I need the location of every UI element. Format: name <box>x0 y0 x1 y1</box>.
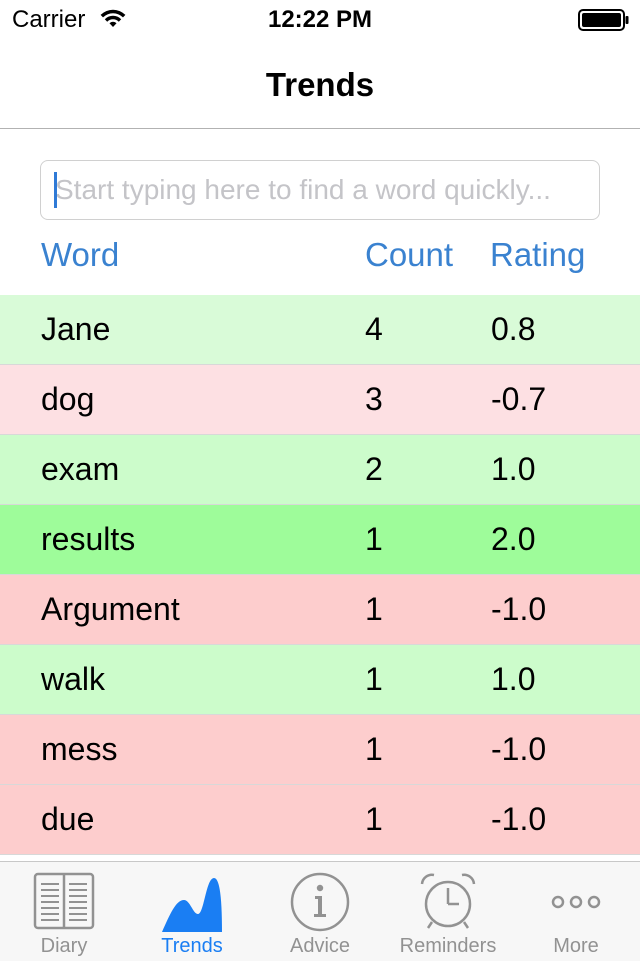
book-icon <box>33 872 95 930</box>
tab-bar: Diary Trends Advice Reminders More <box>0 861 640 961</box>
count-cell: 1 <box>365 521 383 557</box>
column-header-rating[interactable]: Rating <box>490 236 585 274</box>
rating-cell: -0.7 <box>491 381 547 417</box>
column-header-word[interactable]: Word <box>41 236 119 274</box>
rating-cell: 1.0 <box>491 661 536 697</box>
tab-trends[interactable]: Trends <box>128 862 256 961</box>
table-row[interactable]: Argument 1 -1.0 <box>0 575 640 645</box>
tab-more[interactable]: More <box>512 862 640 961</box>
rating-cell: 1.0 <box>491 451 536 487</box>
rating-cell: 2.0 <box>491 521 536 557</box>
table-row[interactable]: dog 3 -0.7 <box>0 365 640 435</box>
tab-label: Reminders <box>399 935 497 957</box>
battery-icon <box>578 9 629 31</box>
word-cell: results <box>41 521 136 557</box>
word-cell: exam <box>41 451 120 487</box>
count-cell: 1 <box>365 661 383 697</box>
trends-icon <box>162 878 222 932</box>
word-cell: Argument <box>41 591 180 627</box>
table-row[interactable]: results 1 2.0 <box>0 505 640 575</box>
column-header-count[interactable]: Count <box>365 236 453 274</box>
tab-reminders[interactable]: Reminders <box>384 862 512 961</box>
alarm-clock-icon <box>420 873 476 929</box>
status-time: 12:22 PM <box>267 6 373 33</box>
count-cell: 3 <box>365 381 383 417</box>
rating-cell: -1.0 <box>491 731 547 767</box>
tab-advice[interactable]: Advice <box>256 862 384 961</box>
table-row[interactable]: due 1 -1.0 <box>0 785 640 855</box>
word-trends-table[interactable]: Jane 4 0.8 dog 3 -0.7 exam 2 1.0 results… <box>0 295 640 861</box>
word-search-input[interactable] <box>40 160 600 220</box>
count-cell: 1 <box>365 801 383 837</box>
rating-cell: 0.8 <box>491 311 536 347</box>
tab-label: Advice <box>289 935 351 957</box>
table-row[interactable]: walk 1 1.0 <box>0 645 640 715</box>
more-icon <box>551 895 601 909</box>
count-cell: 2 <box>365 451 383 487</box>
count-cell: 1 <box>365 731 383 767</box>
page-title: Trends <box>265 66 375 103</box>
word-cell: dog <box>41 381 95 417</box>
word-cell: mess <box>41 731 118 767</box>
count-cell: 4 <box>365 311 383 347</box>
status-bar: Carrier 12:22 PM <box>0 0 640 40</box>
tab-diary[interactable]: Diary <box>0 862 128 961</box>
count-cell: 1 <box>365 591 383 627</box>
table-row[interactable]: Jane 4 0.8 <box>0 295 640 365</box>
tab-label: More <box>553 935 599 957</box>
rating-cell: -1.0 <box>491 801 547 837</box>
table-row[interactable]: exam 2 1.0 <box>0 435 640 505</box>
rating-cell: -1.0 <box>491 591 547 627</box>
tab-label: Trends <box>161 935 223 957</box>
word-cell: due <box>41 801 95 837</box>
text-cursor <box>54 172 57 208</box>
navigation-bar: Trends <box>0 40 640 129</box>
word-cell: Jane <box>41 311 111 347</box>
word-cell: walk <box>41 661 106 697</box>
table-row[interactable]: mess 1 -1.0 <box>0 715 640 785</box>
info-icon <box>290 872 350 932</box>
tab-label: Diary <box>40 935 88 957</box>
